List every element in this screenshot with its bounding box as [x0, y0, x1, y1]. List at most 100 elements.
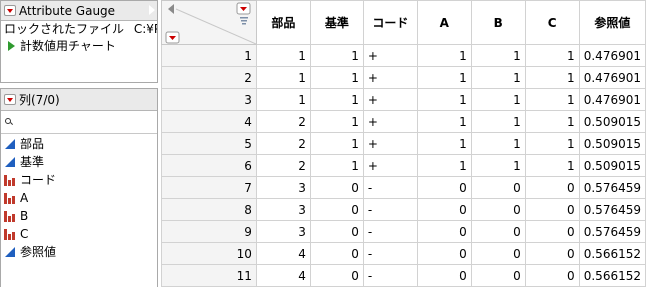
- table-cell[interactable]: 0: [524, 176, 580, 199]
- row-number[interactable]: 1: [161, 44, 257, 67]
- table-row[interactable]: 9 3 0-0 0 0 0.576459: [161, 220, 646, 243]
- table-cell[interactable]: 1: [416, 88, 472, 111]
- table-cell[interactable]: 1: [309, 154, 364, 177]
- table-row[interactable]: 7 3 0-0 0 0 0.576459: [161, 176, 646, 199]
- table-cell[interactable]: 0: [416, 176, 472, 199]
- table-cell[interactable]: 1: [524, 154, 580, 177]
- table-cell[interactable]: 1: [255, 88, 311, 111]
- table-cell[interactable]: -: [362, 220, 418, 243]
- table-row[interactable]: 3 1 1 +1 1 1 0.476901: [161, 88, 646, 111]
- grid-corner[interactable]: [161, 0, 257, 45]
- table-row[interactable]: 4 2 1 +1 1 1 0.509015: [161, 110, 646, 133]
- table-red-triangle-menu[interactable]: [4, 5, 16, 16]
- col-header-buhin[interactable]: 部品: [255, 0, 311, 45]
- table-cell[interactable]: 1: [255, 66, 311, 89]
- table-row[interactable]: 10 4 0-0 0 0 0.566152: [161, 242, 646, 265]
- row-number[interactable]: 3: [161, 88, 257, 111]
- table-cell[interactable]: 0: [470, 220, 526, 243]
- col-header-a[interactable]: A: [416, 0, 472, 45]
- table-cell[interactable]: 0: [309, 198, 364, 221]
- table-cell[interactable]: 1: [524, 132, 580, 155]
- table-cell[interactable]: 0.509015: [578, 110, 646, 133]
- collapse-panel-icon[interactable]: [148, 4, 155, 16]
- table-cell[interactable]: 1: [470, 44, 526, 67]
- table-row[interactable]: 6 2 1 +1 1 1 0.509015: [161, 154, 646, 177]
- row-number[interactable]: 11: [161, 264, 257, 287]
- table-cell[interactable]: 1: [416, 66, 472, 89]
- table-cell[interactable]: +: [362, 44, 418, 67]
- column-item-b[interactable]: B: [1, 207, 157, 225]
- table-cell[interactable]: 1: [416, 110, 472, 133]
- table-cell[interactable]: 3: [255, 176, 311, 199]
- table-row[interactable]: 2 1 1 +1 1 1 0.476901: [161, 66, 646, 89]
- table-cell[interactable]: +: [362, 66, 418, 89]
- row-number[interactable]: 2: [161, 66, 257, 89]
- table-cell[interactable]: 0: [524, 198, 580, 221]
- table-cell[interactable]: 0: [470, 264, 526, 287]
- table-row[interactable]: 1 1 1 +1 1 1 0.476901: [161, 44, 646, 67]
- table-cell[interactable]: 0.566152: [578, 242, 646, 265]
- table-cell[interactable]: 0: [309, 264, 364, 287]
- col-header-b[interactable]: B: [470, 0, 526, 45]
- table-cell[interactable]: 4: [255, 242, 311, 265]
- row-number[interactable]: 9: [161, 220, 257, 243]
- table-cell[interactable]: 1: [524, 44, 580, 67]
- table-cell[interactable]: 2: [255, 110, 311, 133]
- table-cell[interactable]: 0.576459: [578, 176, 646, 199]
- row-number[interactable]: 4: [161, 110, 257, 133]
- table-cell[interactable]: 1: [309, 88, 364, 111]
- table-row[interactable]: 5 2 1 +1 1 1 0.509015: [161, 132, 646, 155]
- table-cell[interactable]: 1: [524, 110, 580, 133]
- col-header-kijun[interactable]: 基準: [309, 0, 364, 45]
- column-search-field[interactable]: [1, 111, 157, 134]
- run-script-icon[interactable]: [8, 41, 15, 51]
- table-row[interactable]: 11 4 0-0 0 0 0.566152: [161, 264, 646, 287]
- table-cell[interactable]: 0: [470, 242, 526, 265]
- table-cell[interactable]: -: [362, 242, 418, 265]
- table-cell[interactable]: 0: [524, 242, 580, 265]
- table-cell[interactable]: 1: [470, 66, 526, 89]
- table-cell[interactable]: 0: [309, 242, 364, 265]
- table-cell[interactable]: 1: [470, 132, 526, 155]
- column-item-a[interactable]: A: [1, 189, 157, 207]
- table-cell[interactable]: 0: [416, 242, 472, 265]
- table-cell[interactable]: 0: [309, 220, 364, 243]
- row-number[interactable]: 8: [161, 198, 257, 221]
- table-cell[interactable]: 4: [255, 264, 311, 287]
- table-cell[interactable]: 3: [255, 198, 311, 221]
- table-cell[interactable]: -: [362, 176, 418, 199]
- table-cell[interactable]: 0: [524, 264, 580, 287]
- table-cell[interactable]: 0: [416, 198, 472, 221]
- script-label[interactable]: 計数値用チャート: [20, 39, 116, 53]
- table-cell[interactable]: 1: [470, 88, 526, 111]
- table-cell[interactable]: 1: [255, 44, 311, 67]
- table-cell[interactable]: 0.509015: [578, 154, 646, 177]
- table-cell[interactable]: 0: [416, 264, 472, 287]
- table-cell[interactable]: 1: [309, 66, 364, 89]
- table-cell[interactable]: 2: [255, 132, 311, 155]
- table-cell[interactable]: 0.509015: [578, 132, 646, 155]
- table-cell[interactable]: 1: [524, 88, 580, 111]
- table-cell[interactable]: +: [362, 132, 418, 155]
- table-cell[interactable]: 0: [309, 176, 364, 199]
- column-item-buhin[interactable]: 部品: [1, 135, 157, 153]
- table-cell[interactable]: +: [362, 88, 418, 111]
- column-item-c[interactable]: C: [1, 225, 157, 243]
- table-cell[interactable]: +: [362, 110, 418, 133]
- table-cell[interactable]: 0.476901: [578, 66, 646, 89]
- column-item-code[interactable]: コード: [1, 171, 157, 189]
- table-cell[interactable]: 1: [416, 44, 472, 67]
- col-header-sanshouchi[interactable]: 参照値: [578, 0, 646, 45]
- row-number[interactable]: 10: [161, 242, 257, 265]
- table-cell[interactable]: 1: [416, 154, 472, 177]
- table-cell[interactable]: 0.576459: [578, 198, 646, 221]
- row-number[interactable]: 6: [161, 154, 257, 177]
- table-cell[interactable]: 0.576459: [578, 220, 646, 243]
- table-cell[interactable]: 1: [416, 132, 472, 155]
- table-cell[interactable]: 1: [309, 44, 364, 67]
- table-cell[interactable]: 0.566152: [578, 264, 646, 287]
- table-cell[interactable]: 1: [309, 110, 364, 133]
- col-header-c[interactable]: C: [524, 0, 580, 45]
- table-cell[interactable]: -: [362, 198, 418, 221]
- table-cell[interactable]: 0: [524, 220, 580, 243]
